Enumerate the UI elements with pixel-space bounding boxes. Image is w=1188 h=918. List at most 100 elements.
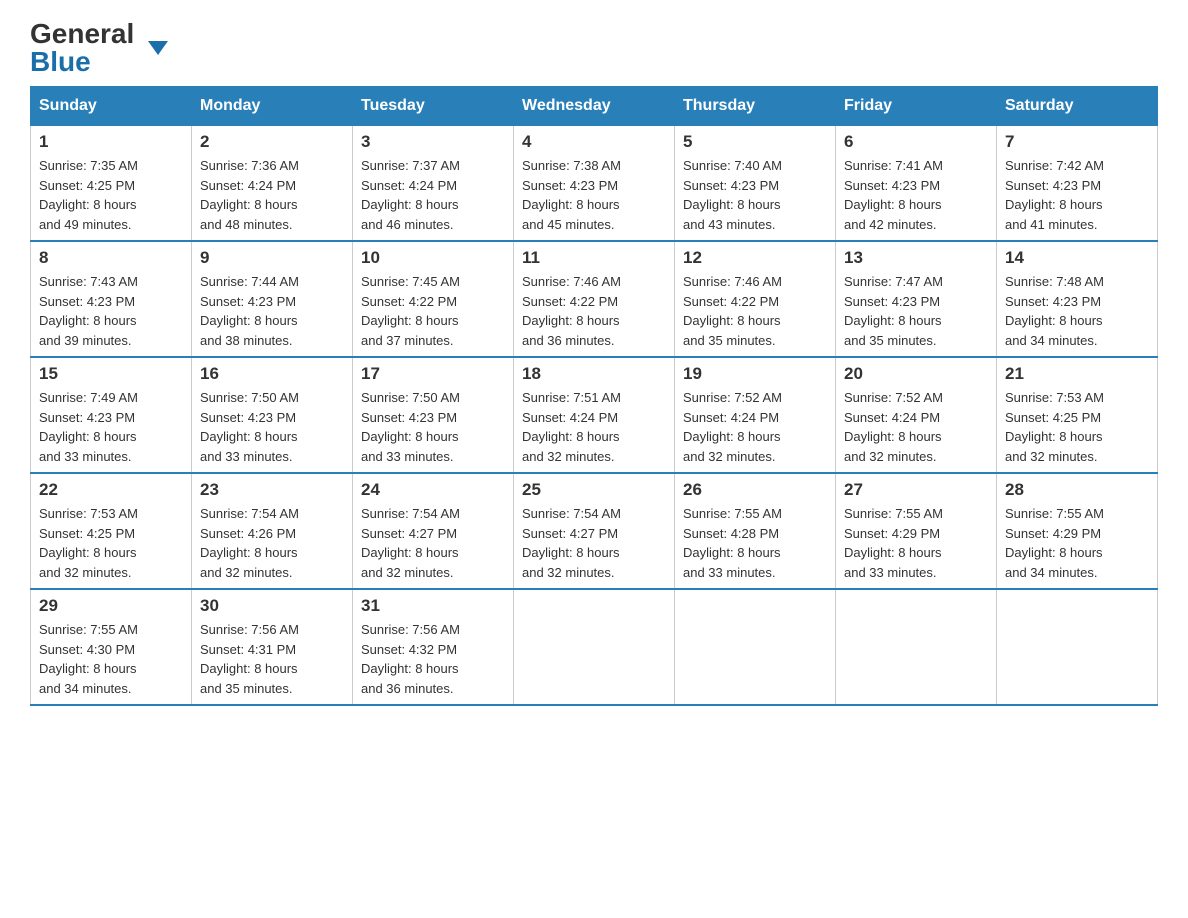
- calendar-day-cell: 13 Sunrise: 7:47 AM Sunset: 4:23 PM Dayl…: [836, 241, 997, 357]
- day-number: 25: [522, 480, 666, 500]
- calendar-day-cell: 27 Sunrise: 7:55 AM Sunset: 4:29 PM Dayl…: [836, 473, 997, 589]
- days-of-week-row: SundayMondayTuesdayWednesdayThursdayFrid…: [31, 87, 1158, 126]
- calendar-day-cell: 31 Sunrise: 7:56 AM Sunset: 4:32 PM Dayl…: [353, 589, 514, 705]
- day-number: 28: [1005, 480, 1149, 500]
- calendar-week-row: 15 Sunrise: 7:49 AM Sunset: 4:23 PM Dayl…: [31, 357, 1158, 473]
- calendar-day-cell: 20 Sunrise: 7:52 AM Sunset: 4:24 PM Dayl…: [836, 357, 997, 473]
- calendar-day-cell: [836, 589, 997, 705]
- calendar-day-cell: 4 Sunrise: 7:38 AM Sunset: 4:23 PM Dayli…: [514, 126, 675, 242]
- calendar-day-cell: 6 Sunrise: 7:41 AM Sunset: 4:23 PM Dayli…: [836, 126, 997, 242]
- calendar-day-cell: 5 Sunrise: 7:40 AM Sunset: 4:23 PM Dayli…: [675, 126, 836, 242]
- day-info: Sunrise: 7:38 AM Sunset: 4:23 PM Dayligh…: [522, 156, 666, 234]
- calendar-day-cell: 3 Sunrise: 7:37 AM Sunset: 4:24 PM Dayli…: [353, 126, 514, 242]
- calendar-day-cell: 24 Sunrise: 7:54 AM Sunset: 4:27 PM Dayl…: [353, 473, 514, 589]
- day-info: Sunrise: 7:50 AM Sunset: 4:23 PM Dayligh…: [200, 388, 344, 466]
- day-number: 23: [200, 480, 344, 500]
- day-number: 29: [39, 596, 183, 616]
- day-info: Sunrise: 7:54 AM Sunset: 4:27 PM Dayligh…: [361, 504, 505, 582]
- day-info: Sunrise: 7:49 AM Sunset: 4:23 PM Dayligh…: [39, 388, 183, 466]
- calendar-day-cell: 10 Sunrise: 7:45 AM Sunset: 4:22 PM Dayl…: [353, 241, 514, 357]
- page-header: General Blue: [30, 20, 1158, 76]
- day-number: 8: [39, 248, 183, 268]
- day-info: Sunrise: 7:35 AM Sunset: 4:25 PM Dayligh…: [39, 156, 183, 234]
- day-info: Sunrise: 7:53 AM Sunset: 4:25 PM Dayligh…: [1005, 388, 1149, 466]
- day-of-week-header: Tuesday: [353, 87, 514, 126]
- day-info: Sunrise: 7:48 AM Sunset: 4:23 PM Dayligh…: [1005, 272, 1149, 350]
- calendar-day-cell: 28 Sunrise: 7:55 AM Sunset: 4:29 PM Dayl…: [997, 473, 1158, 589]
- day-number: 12: [683, 248, 827, 268]
- logo-blue-text: Blue: [30, 48, 91, 76]
- calendar-day-cell: 22 Sunrise: 7:53 AM Sunset: 4:25 PM Dayl…: [31, 473, 192, 589]
- day-number: 27: [844, 480, 988, 500]
- day-number: 9: [200, 248, 344, 268]
- logo: General Blue: [30, 20, 146, 76]
- calendar-week-row: 29 Sunrise: 7:55 AM Sunset: 4:30 PM Dayl…: [31, 589, 1158, 705]
- calendar-day-cell: 14 Sunrise: 7:48 AM Sunset: 4:23 PM Dayl…: [997, 241, 1158, 357]
- day-info: Sunrise: 7:51 AM Sunset: 4:24 PM Dayligh…: [522, 388, 666, 466]
- day-number: 13: [844, 248, 988, 268]
- day-info: Sunrise: 7:55 AM Sunset: 4:29 PM Dayligh…: [844, 504, 988, 582]
- day-info: Sunrise: 7:52 AM Sunset: 4:24 PM Dayligh…: [844, 388, 988, 466]
- calendar-day-cell: 25 Sunrise: 7:54 AM Sunset: 4:27 PM Dayl…: [514, 473, 675, 589]
- day-number: 16: [200, 364, 344, 384]
- day-number: 3: [361, 132, 505, 152]
- calendar-day-cell: 21 Sunrise: 7:53 AM Sunset: 4:25 PM Dayl…: [997, 357, 1158, 473]
- day-info: Sunrise: 7:55 AM Sunset: 4:30 PM Dayligh…: [39, 620, 183, 698]
- day-number: 11: [522, 248, 666, 268]
- day-of-week-header: Thursday: [675, 87, 836, 126]
- day-of-week-header: Monday: [192, 87, 353, 126]
- day-info: Sunrise: 7:46 AM Sunset: 4:22 PM Dayligh…: [683, 272, 827, 350]
- day-number: 7: [1005, 132, 1149, 152]
- day-info: Sunrise: 7:47 AM Sunset: 4:23 PM Dayligh…: [844, 272, 988, 350]
- day-info: Sunrise: 7:52 AM Sunset: 4:24 PM Dayligh…: [683, 388, 827, 466]
- calendar-day-cell: 12 Sunrise: 7:46 AM Sunset: 4:22 PM Dayl…: [675, 241, 836, 357]
- calendar-week-row: 8 Sunrise: 7:43 AM Sunset: 4:23 PM Dayli…: [31, 241, 1158, 357]
- day-info: Sunrise: 7:54 AM Sunset: 4:26 PM Dayligh…: [200, 504, 344, 582]
- day-number: 26: [683, 480, 827, 500]
- day-info: Sunrise: 7:37 AM Sunset: 4:24 PM Dayligh…: [361, 156, 505, 234]
- day-number: 6: [844, 132, 988, 152]
- day-info: Sunrise: 7:43 AM Sunset: 4:23 PM Dayligh…: [39, 272, 183, 350]
- calendar-day-cell: 11 Sunrise: 7:46 AM Sunset: 4:22 PM Dayl…: [514, 241, 675, 357]
- day-number: 18: [522, 364, 666, 384]
- day-number: 22: [39, 480, 183, 500]
- day-info: Sunrise: 7:56 AM Sunset: 4:32 PM Dayligh…: [361, 620, 505, 698]
- calendar-day-cell: 18 Sunrise: 7:51 AM Sunset: 4:24 PM Dayl…: [514, 357, 675, 473]
- day-number: 5: [683, 132, 827, 152]
- day-of-week-header: Sunday: [31, 87, 192, 126]
- day-number: 30: [200, 596, 344, 616]
- day-number: 1: [39, 132, 183, 152]
- day-info: Sunrise: 7:55 AM Sunset: 4:29 PM Dayligh…: [1005, 504, 1149, 582]
- day-number: 21: [1005, 364, 1149, 384]
- day-number: 10: [361, 248, 505, 268]
- calendar-day-cell: 8 Sunrise: 7:43 AM Sunset: 4:23 PM Dayli…: [31, 241, 192, 357]
- day-of-week-header: Saturday: [997, 87, 1158, 126]
- calendar-week-row: 1 Sunrise: 7:35 AM Sunset: 4:25 PM Dayli…: [31, 126, 1158, 242]
- day-info: Sunrise: 7:53 AM Sunset: 4:25 PM Dayligh…: [39, 504, 183, 582]
- day-info: Sunrise: 7:50 AM Sunset: 4:23 PM Dayligh…: [361, 388, 505, 466]
- day-of-week-header: Wednesday: [514, 87, 675, 126]
- calendar-day-cell: 23 Sunrise: 7:54 AM Sunset: 4:26 PM Dayl…: [192, 473, 353, 589]
- calendar-day-cell: 30 Sunrise: 7:56 AM Sunset: 4:31 PM Dayl…: [192, 589, 353, 705]
- calendar-week-row: 22 Sunrise: 7:53 AM Sunset: 4:25 PM Dayl…: [31, 473, 1158, 589]
- day-number: 14: [1005, 248, 1149, 268]
- day-info: Sunrise: 7:56 AM Sunset: 4:31 PM Dayligh…: [200, 620, 344, 698]
- calendar-table: SundayMondayTuesdayWednesdayThursdayFrid…: [30, 86, 1158, 706]
- calendar-day-cell: [997, 589, 1158, 705]
- calendar-day-cell: 26 Sunrise: 7:55 AM Sunset: 4:28 PM Dayl…: [675, 473, 836, 589]
- day-number: 4: [522, 132, 666, 152]
- day-number: 15: [39, 364, 183, 384]
- day-of-week-header: Friday: [836, 87, 997, 126]
- day-number: 24: [361, 480, 505, 500]
- day-number: 20: [844, 364, 988, 384]
- day-info: Sunrise: 7:55 AM Sunset: 4:28 PM Dayligh…: [683, 504, 827, 582]
- day-info: Sunrise: 7:36 AM Sunset: 4:24 PM Dayligh…: [200, 156, 344, 234]
- calendar-day-cell: [514, 589, 675, 705]
- day-info: Sunrise: 7:42 AM Sunset: 4:23 PM Dayligh…: [1005, 156, 1149, 234]
- day-number: 17: [361, 364, 505, 384]
- day-number: 2: [200, 132, 344, 152]
- calendar-header: SundayMondayTuesdayWednesdayThursdayFrid…: [31, 87, 1158, 126]
- calendar-day-cell: 9 Sunrise: 7:44 AM Sunset: 4:23 PM Dayli…: [192, 241, 353, 357]
- calendar-day-cell: 29 Sunrise: 7:55 AM Sunset: 4:30 PM Dayl…: [31, 589, 192, 705]
- day-info: Sunrise: 7:41 AM Sunset: 4:23 PM Dayligh…: [844, 156, 988, 234]
